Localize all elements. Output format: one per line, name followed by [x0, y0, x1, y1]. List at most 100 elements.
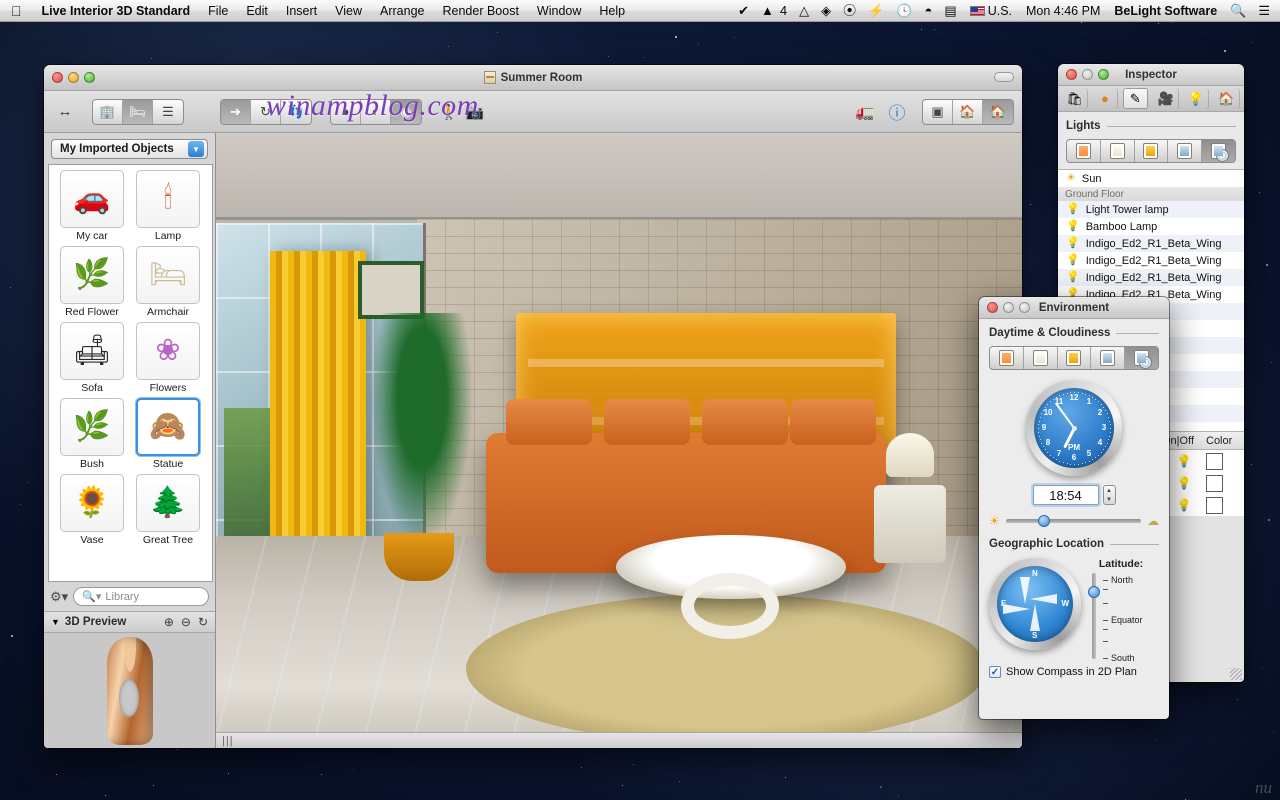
- battery-icon[interactable]: ▤: [938, 0, 962, 22]
- menu-app-name[interactable]: Live Interior 3D Standard: [33, 0, 200, 22]
- menu-arrange[interactable]: Arrange: [371, 0, 433, 22]
- camera-icon[interactable]: 🎥: [1153, 88, 1179, 109]
- evernote-icon[interactable]: ⦿: [837, 0, 862, 22]
- search-input[interactable]: 🔍▾ Library: [73, 587, 209, 606]
- close-button[interactable]: [52, 72, 63, 83]
- stepper-down-icon[interactable]: ▼: [1106, 497, 1112, 503]
- gear-icon[interactable]: ⚙▾: [50, 589, 68, 605]
- list-item[interactable]: 💡 Indigo_Ed2_R1_Beta_Wing: [1058, 269, 1244, 286]
- plant-pot[interactable]: [384, 533, 454, 581]
- library-item-bush[interactable]: 🌿 Bush: [54, 398, 130, 470]
- dusk-mode-button[interactable]: [1058, 347, 1092, 369]
- color-swatch[interactable]: [1206, 453, 1223, 470]
- resize-grip[interactable]: [1230, 668, 1242, 680]
- maximize-button[interactable]: [1098, 69, 1109, 80]
- bulb-off-icon[interactable]: 💡: [1066, 255, 1080, 266]
- show-compass-row[interactable]: ✓ Show Compass in 2D Plan: [989, 666, 1159, 678]
- sphere-icon[interactable]: ●: [1092, 88, 1118, 109]
- house-icon[interactable]: 🏠: [983, 100, 1013, 124]
- bulb-icon[interactable]: 💡: [1183, 88, 1209, 109]
- cloudiness-slider[interactable]: [1006, 514, 1141, 528]
- menu-insert[interactable]: Insert: [277, 0, 326, 22]
- daytime-clock-control[interactable]: PM 12 1 2 3 4 5 6 7 8 9 10 11: [989, 380, 1159, 476]
- menu-edit[interactable]: Edit: [237, 0, 277, 22]
- adobe-icon[interactable]: ▲: [755, 0, 780, 22]
- cursor-icon[interactable]: ➔: [221, 100, 251, 124]
- info-icon[interactable]: ⓘ: [884, 99, 910, 125]
- menu-clock[interactable]: Mon 4:46 PM: [1019, 0, 1107, 22]
- list-item[interactable]: 💡 Indigo_Ed2_R1_Beta_Wing: [1058, 252, 1244, 269]
- bulb-on-icon[interactable]: 💡: [1066, 204, 1080, 215]
- minimize-button[interactable]: [68, 72, 79, 83]
- collection-popup[interactable]: My Imported Objects ▼: [51, 139, 208, 159]
- night-light-button[interactable]: [1168, 140, 1202, 162]
- show-compass-checkbox[interactable]: ✓: [989, 666, 1001, 678]
- environment-titlebar[interactable]: Environment: [979, 297, 1169, 319]
- menu-help[interactable]: Help: [590, 0, 634, 22]
- building-icon[interactable]: 🏢: [93, 100, 123, 124]
- check-circle-icon[interactable]: ✔: [732, 0, 755, 22]
- color-swatch[interactable]: [1206, 497, 1223, 514]
- plan-house-icon[interactable]: 🏠: [953, 100, 983, 124]
- side-table[interactable]: [874, 485, 946, 563]
- list-item[interactable]: 💡 Light Tower lamp: [1058, 201, 1244, 218]
- minimize-button[interactable]: [1082, 69, 1093, 80]
- dusk-light-button[interactable]: [1135, 140, 1169, 162]
- table-lamp[interactable]: [886, 433, 934, 477]
- inspector-titlebar[interactable]: Inspector: [1058, 64, 1244, 86]
- zoom-out-icon[interactable]: ⊖: [181, 615, 191, 629]
- close-button[interactable]: [987, 302, 998, 313]
- bulb-off-icon[interactable]: 💡: [1066, 238, 1080, 249]
- menu-window[interactable]: Window: [528, 0, 590, 22]
- rotate-icon[interactable]: ↻: [198, 615, 208, 629]
- zoom-in-icon[interactable]: ⊕: [164, 615, 174, 629]
- split-view-icon[interactable]: ▣: [923, 100, 953, 124]
- input-locale[interactable]: U.S.: [963, 0, 1019, 22]
- auto-time-light-button[interactable]: 🕔: [1202, 140, 1235, 162]
- pencil-icon[interactable]: ✎: [1123, 88, 1149, 109]
- list-icon[interactable]: ☰: [153, 100, 183, 124]
- render-truck-icon[interactable]: 🚛: [852, 99, 878, 125]
- list-item[interactable]: 💡 Indigo_Ed2_R1_Beta_Wing: [1058, 235, 1244, 252]
- list-item[interactable]: 💡 Bamboo Lamp: [1058, 218, 1244, 235]
- library-item-vase[interactable]: 🌻 Vase: [54, 474, 130, 546]
- preview-header[interactable]: ▼ 3D Preview ⊕ ⊖ ↻: [44, 611, 215, 633]
- bulb-off-icon[interactable]: 💡: [1066, 221, 1080, 232]
- maximize-button[interactable]: [1019, 302, 1030, 313]
- arrows-horizontal-icon[interactable]: ↔: [52, 99, 78, 125]
- preview-3d-canvas[interactable]: [44, 633, 215, 748]
- close-button[interactable]: [1066, 69, 1077, 80]
- library-item-lamp[interactable]: 🕯 Lamp: [130, 170, 206, 242]
- library-item-my-car[interactable]: 🚗 My car: [54, 170, 130, 242]
- palm-plant[interactable]: [364, 313, 480, 563]
- flash-icon[interactable]: ⚡: [862, 0, 890, 22]
- current-user[interactable]: BeLight Software: [1107, 0, 1224, 22]
- furniture-ruler-icon[interactable]: 🛍: [1062, 88, 1088, 109]
- dawn-mode-button[interactable]: [990, 347, 1024, 369]
- library-item-red-flower[interactable]: 🌿 Red Flower: [54, 246, 130, 318]
- library-item-armchair[interactable]: 🛏 Armchair: [130, 246, 206, 318]
- slider-knob[interactable]: [1038, 515, 1050, 527]
- toolbar-toggle-button[interactable]: [994, 72, 1014, 82]
- drive-icon[interactable]: △: [793, 0, 815, 22]
- compass-control[interactable]: S N E W: [989, 558, 1081, 650]
- day-mode-button[interactable]: [1024, 347, 1058, 369]
- wifi-icon[interactable]: ◓: [919, 0, 939, 22]
- day-light-button[interactable]: [1101, 140, 1135, 162]
- latitude-slider[interactable]: [1089, 573, 1099, 659]
- viewport-3d[interactable]: [216, 133, 1022, 748]
- library-item-flowers[interactable]: ❀ Flowers: [130, 322, 206, 394]
- night-mode-button[interactable]: [1091, 347, 1125, 369]
- menu-view[interactable]: View: [326, 0, 371, 22]
- main-window-titlebar[interactable]: Summer Room: [44, 65, 1022, 91]
- bulb-off-icon[interactable]: 💡: [1066, 272, 1080, 283]
- library-item-statue[interactable]: 🙈 Statue: [130, 398, 206, 470]
- list-item[interactable]: ☀ Sun: [1058, 170, 1244, 187]
- search-icon[interactable]: 🔍: [1224, 0, 1252, 22]
- color-swatch[interactable]: [1206, 475, 1223, 492]
- resize-grip[interactable]: |||: [222, 735, 234, 747]
- dropbox-icon[interactable]: ◈: [815, 0, 837, 22]
- library-item-sofa[interactable]: 🛋 Sofa: [54, 322, 130, 394]
- slider-knob[interactable]: [1088, 586, 1100, 598]
- minimize-button[interactable]: [1003, 302, 1014, 313]
